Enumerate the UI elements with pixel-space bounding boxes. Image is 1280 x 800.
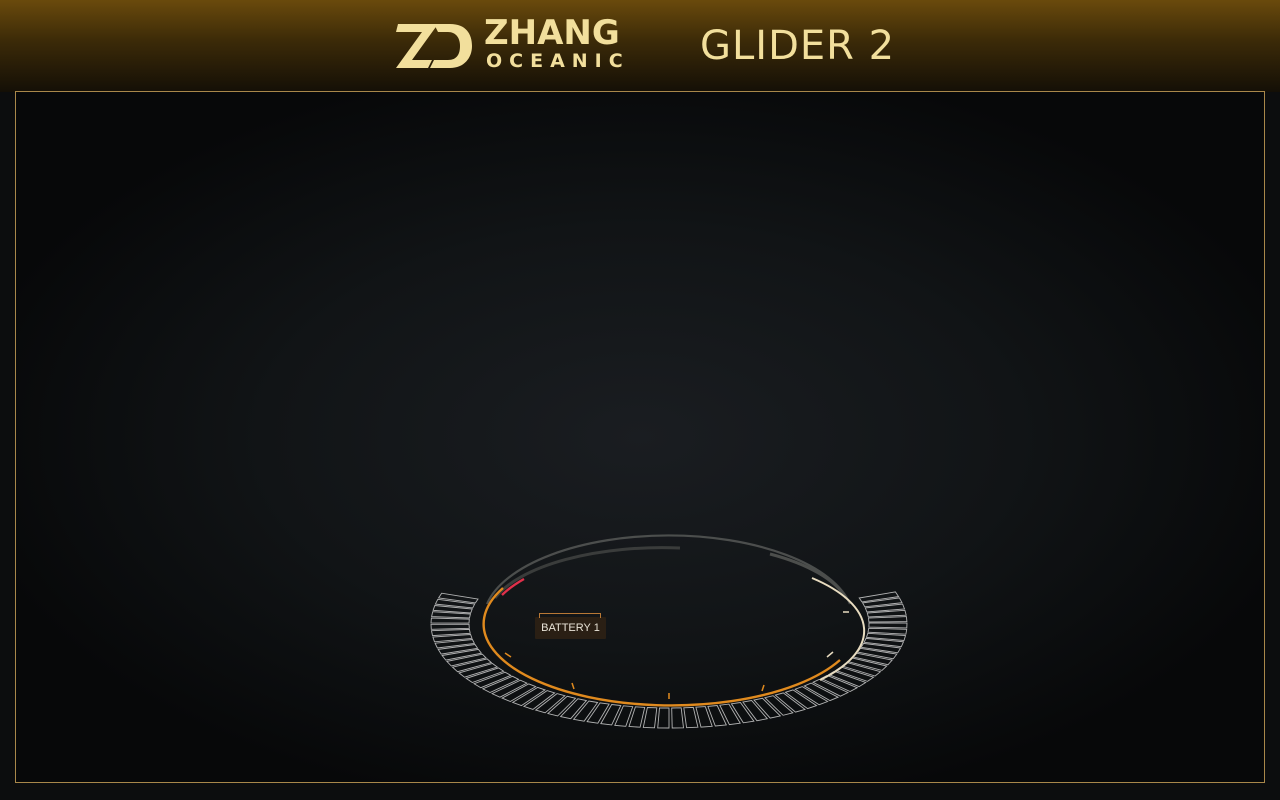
header-bar: ZHANG OCEANIC GLIDER 2 [0, 0, 1280, 92]
brand-name-bottom: OCEANIC [486, 50, 630, 72]
product-title: GLIDER 2 [700, 23, 896, 69]
brand-logo: ZHANG OCEANIC [394, 13, 654, 74]
main-viewport [15, 91, 1265, 783]
battery-label-box: BATTERY 1 [535, 613, 606, 639]
zd-monogram-icon [396, 24, 472, 68]
brand-name-top: ZHANG [484, 13, 620, 53]
battery-label: BATTERY 1 [541, 622, 600, 634]
